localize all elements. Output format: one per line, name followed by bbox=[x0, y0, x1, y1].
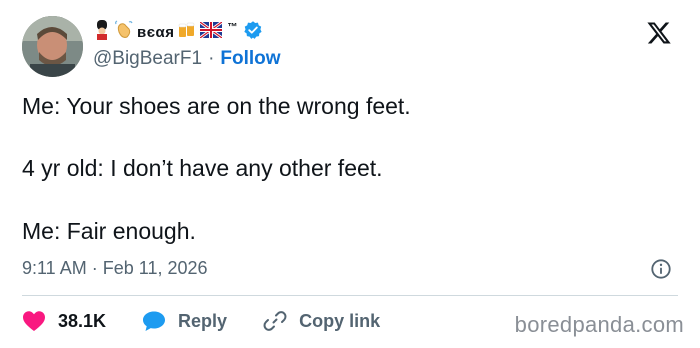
user-handle[interactable]: @BigBearF1 bbox=[93, 48, 202, 70]
link-icon bbox=[263, 311, 287, 331]
follow-button[interactable]: Follow bbox=[220, 48, 280, 70]
action-bar: 38.1K Reply Copy link bbox=[22, 305, 380, 337]
copy-link-label: Copy link bbox=[299, 310, 381, 331]
display-name-row[interactable]: вєαя ™ bbox=[93, 19, 263, 45]
tweet-line: Me: Your shoes are on the wrong feet. bbox=[22, 93, 411, 119]
reply-bubble-icon bbox=[143, 311, 166, 331]
reply-button[interactable]: Reply bbox=[142, 310, 227, 332]
avatar[interactable] bbox=[22, 16, 83, 77]
verified-badge-icon bbox=[240, 20, 263, 45]
trademark-symbol: ™ bbox=[227, 21, 238, 33]
tweet-line: Me: Fair enough. bbox=[22, 218, 196, 244]
like-button[interactable]: 38.1K bbox=[22, 310, 106, 332]
waving-hand-emoji-icon bbox=[114, 19, 134, 45]
watermark: boredpanda.com bbox=[514, 312, 684, 337]
guard-emoji-icon bbox=[93, 19, 111, 45]
tweet-date: Feb 11, 2026 bbox=[102, 258, 208, 278]
handle-row: @BigBearF1 · Follow bbox=[93, 48, 281, 70]
copy-link-button[interactable]: Copy link bbox=[263, 309, 380, 333]
beer-mugs-emoji-icon bbox=[177, 20, 197, 45]
tweet-timestamp[interactable]: 9:11 AM · Feb 11, 2026 bbox=[22, 258, 208, 279]
tweet-line: 4 yr old: I don’t have any other feet. bbox=[22, 155, 383, 181]
like-count: 38.1K bbox=[58, 310, 107, 331]
timestamp-separator: · bbox=[91, 258, 98, 278]
uk-flag-emoji-icon bbox=[199, 20, 224, 43]
tweet-time: 9:11 AM bbox=[22, 258, 87, 278]
divider bbox=[22, 295, 678, 296]
heart-icon bbox=[23, 311, 45, 331]
handle-separator: · bbox=[208, 48, 215, 69]
display-name: вєαя bbox=[137, 23, 175, 41]
tweet-header: вєαя ™ @BigBearF1 · Follow bbox=[22, 14, 678, 78]
reply-label: Reply bbox=[178, 310, 228, 331]
